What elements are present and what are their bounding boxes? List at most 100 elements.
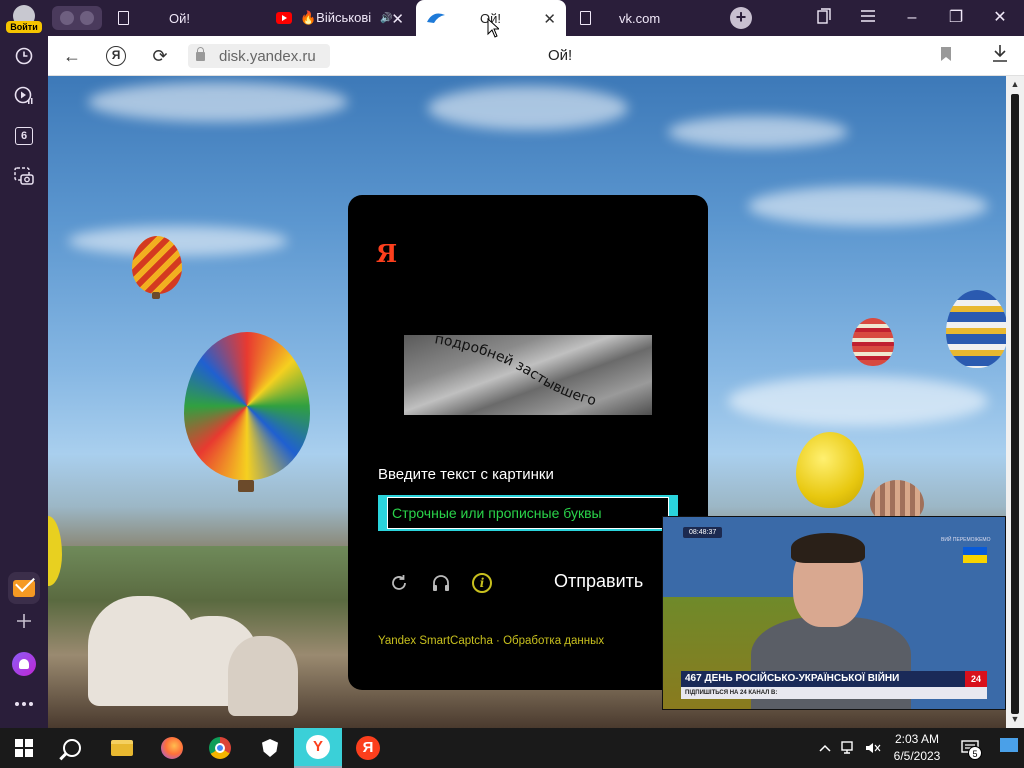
presenter-hair — [791, 533, 865, 563]
restore-button[interactable]: ❐ — [946, 8, 966, 28]
tab-1[interactable]: Ой! — [118, 0, 268, 36]
captcha-card: Я подробней застывшего Введите текст с к… — [348, 195, 708, 690]
captcha-label: Введите текст с картинки — [378, 466, 554, 483]
pinned-tab-icon[interactable] — [80, 11, 94, 25]
menu-icon[interactable] — [858, 8, 878, 28]
tab-title: 🔥Військові — [300, 10, 372, 25]
balloon — [852, 318, 894, 366]
minimize-button[interactable]: – — [902, 8, 922, 28]
chrome-icon — [209, 737, 231, 759]
shield-icon — [262, 739, 278, 757]
bookmark-button[interactable] — [934, 44, 958, 68]
clock-icon — [15, 47, 33, 65]
yandex-logo: Я — [376, 239, 398, 268]
yandex-button[interactable]: Я — [344, 728, 392, 768]
doc-icon — [580, 11, 591, 25]
tab-strip: Ой! 🔥Військові 🔊 ✕ Ой! ✕ vk.com + – ❐ ✕ — [48, 0, 1024, 36]
system-clock[interactable]: 2:03 AM 6/5/2023 — [888, 731, 946, 765]
more-button[interactable] — [8, 688, 40, 720]
reload-button[interactable]: ⟳ — [148, 44, 172, 68]
yandex-icon: Я — [356, 736, 380, 760]
history-button[interactable] — [8, 40, 40, 72]
pinned-tabs[interactable] — [52, 6, 102, 30]
show-hidden-icons-button[interactable] — [814, 728, 836, 768]
captcha-image: подробней застывшего — [404, 335, 652, 415]
cloud — [428, 86, 628, 130]
folder-icon — [111, 740, 133, 756]
picture-in-picture-video[interactable]: 08:48:37 ВИЙ ПЕРЕМОЖЕМО 467 ДЕНЬ РОСІЙСЬ… — [662, 516, 1006, 710]
tab-4[interactable]: vk.com — [568, 0, 716, 36]
screenshot-button[interactable] — [8, 160, 40, 192]
download-icon — [993, 45, 1007, 62]
cloud — [728, 376, 988, 426]
submit-button[interactable]: Отправить — [554, 571, 643, 592]
headphones-icon — [433, 575, 449, 591]
volume-muted-icon — [866, 743, 881, 753]
yandex-browser-button[interactable]: Y — [294, 728, 342, 768]
tabs-count: 6 — [15, 127, 33, 145]
balloon-basket — [152, 292, 160, 299]
clock-time: 2:03 AM — [894, 732, 940, 746]
tabs-counter-button[interactable]: 6 — [8, 120, 40, 152]
scroll-down-icon[interactable]: ▼ — [1009, 714, 1021, 726]
close-window-button[interactable]: ✕ — [990, 8, 1010, 28]
close-icon[interactable]: ✕ — [543, 10, 556, 28]
more-icon — [15, 702, 33, 706]
data-processing-link[interactable]: Обработка данных — [503, 635, 604, 647]
chrome-button[interactable] — [196, 728, 244, 768]
alice-icon — [19, 659, 29, 669]
notification-count: 5 — [968, 746, 982, 760]
scroll-up-icon[interactable]: ▲ — [1009, 79, 1021, 91]
add-panel-button[interactable] — [8, 605, 40, 637]
page-scrollbar[interactable]: ▲ ▼ — [1006, 76, 1024, 728]
security-button[interactable] — [246, 728, 294, 768]
scroll-thumb[interactable] — [1011, 94, 1019, 714]
refresh-captcha-button[interactable] — [388, 573, 410, 595]
balloon — [796, 432, 864, 508]
tabs-overview-icon[interactable] — [814, 8, 834, 28]
balloon-basket — [238, 480, 254, 492]
ukraine-flag-icon — [963, 547, 987, 563]
network-icon — [841, 741, 853, 754]
play-icon — [14, 86, 33, 104]
smartcaptcha-brand[interactable]: Yandex SmartCaptcha — [378, 635, 493, 647]
captcha-input[interactable] — [387, 497, 669, 529]
captcha-info-button[interactable]: i — [472, 573, 494, 595]
network-button[interactable] — [838, 728, 860, 768]
refresh-icon — [392, 575, 406, 590]
lock-icon[interactable] — [196, 46, 205, 61]
page-title: Ой! — [548, 47, 573, 64]
show-desktop-button[interactable] — [1000, 738, 1018, 752]
new-tab-button[interactable]: + — [730, 7, 752, 29]
volume-button[interactable] — [862, 728, 884, 768]
info-icon: i — [472, 573, 492, 593]
audio-captcha-button[interactable] — [430, 573, 452, 595]
search-button[interactable] — [48, 728, 96, 768]
balloon — [132, 236, 182, 294]
start-button[interactable] — [0, 728, 48, 768]
yandex-icon: Я — [106, 46, 126, 66]
tab-2[interactable]: 🔥Військові 🔊 ✕ — [268, 0, 414, 36]
yandex-home-button[interactable]: Я — [104, 44, 128, 68]
address-bar[interactable]: disk.yandex.ru — [188, 44, 330, 68]
plus-icon — [17, 614, 31, 628]
balloon — [946, 290, 1006, 368]
windows-icon — [15, 739, 33, 757]
url-text: disk.yandex.ru — [219, 47, 316, 65]
news-headline: 467 ДЕНЬ РОСІЙСЬКО-УКРАЇНСЬКОЇ ВІЙНИ — [681, 671, 987, 687]
alice-button[interactable] — [12, 652, 36, 676]
pinned-audio-icon[interactable] — [60, 11, 74, 25]
captcha-distorted-text: подробней застывшего — [433, 335, 597, 409]
browser-sidebar: Войти 6 — [0, 0, 48, 728]
mail-button[interactable] — [8, 572, 40, 604]
cloud — [668, 116, 848, 148]
tab-title: Ой! — [169, 10, 190, 26]
corner-label: ВИЙ ПЕРЕМОЖЕМО — [941, 537, 991, 543]
back-button[interactable]: ← — [60, 44, 84, 68]
downloads-button[interactable] — [988, 44, 1012, 68]
close-icon[interactable]: ✕ — [391, 10, 404, 28]
firefox-button[interactable] — [148, 728, 196, 768]
media-button[interactable] — [8, 80, 40, 112]
bookmark-icon — [941, 47, 951, 61]
explorer-button[interactable] — [98, 728, 146, 768]
